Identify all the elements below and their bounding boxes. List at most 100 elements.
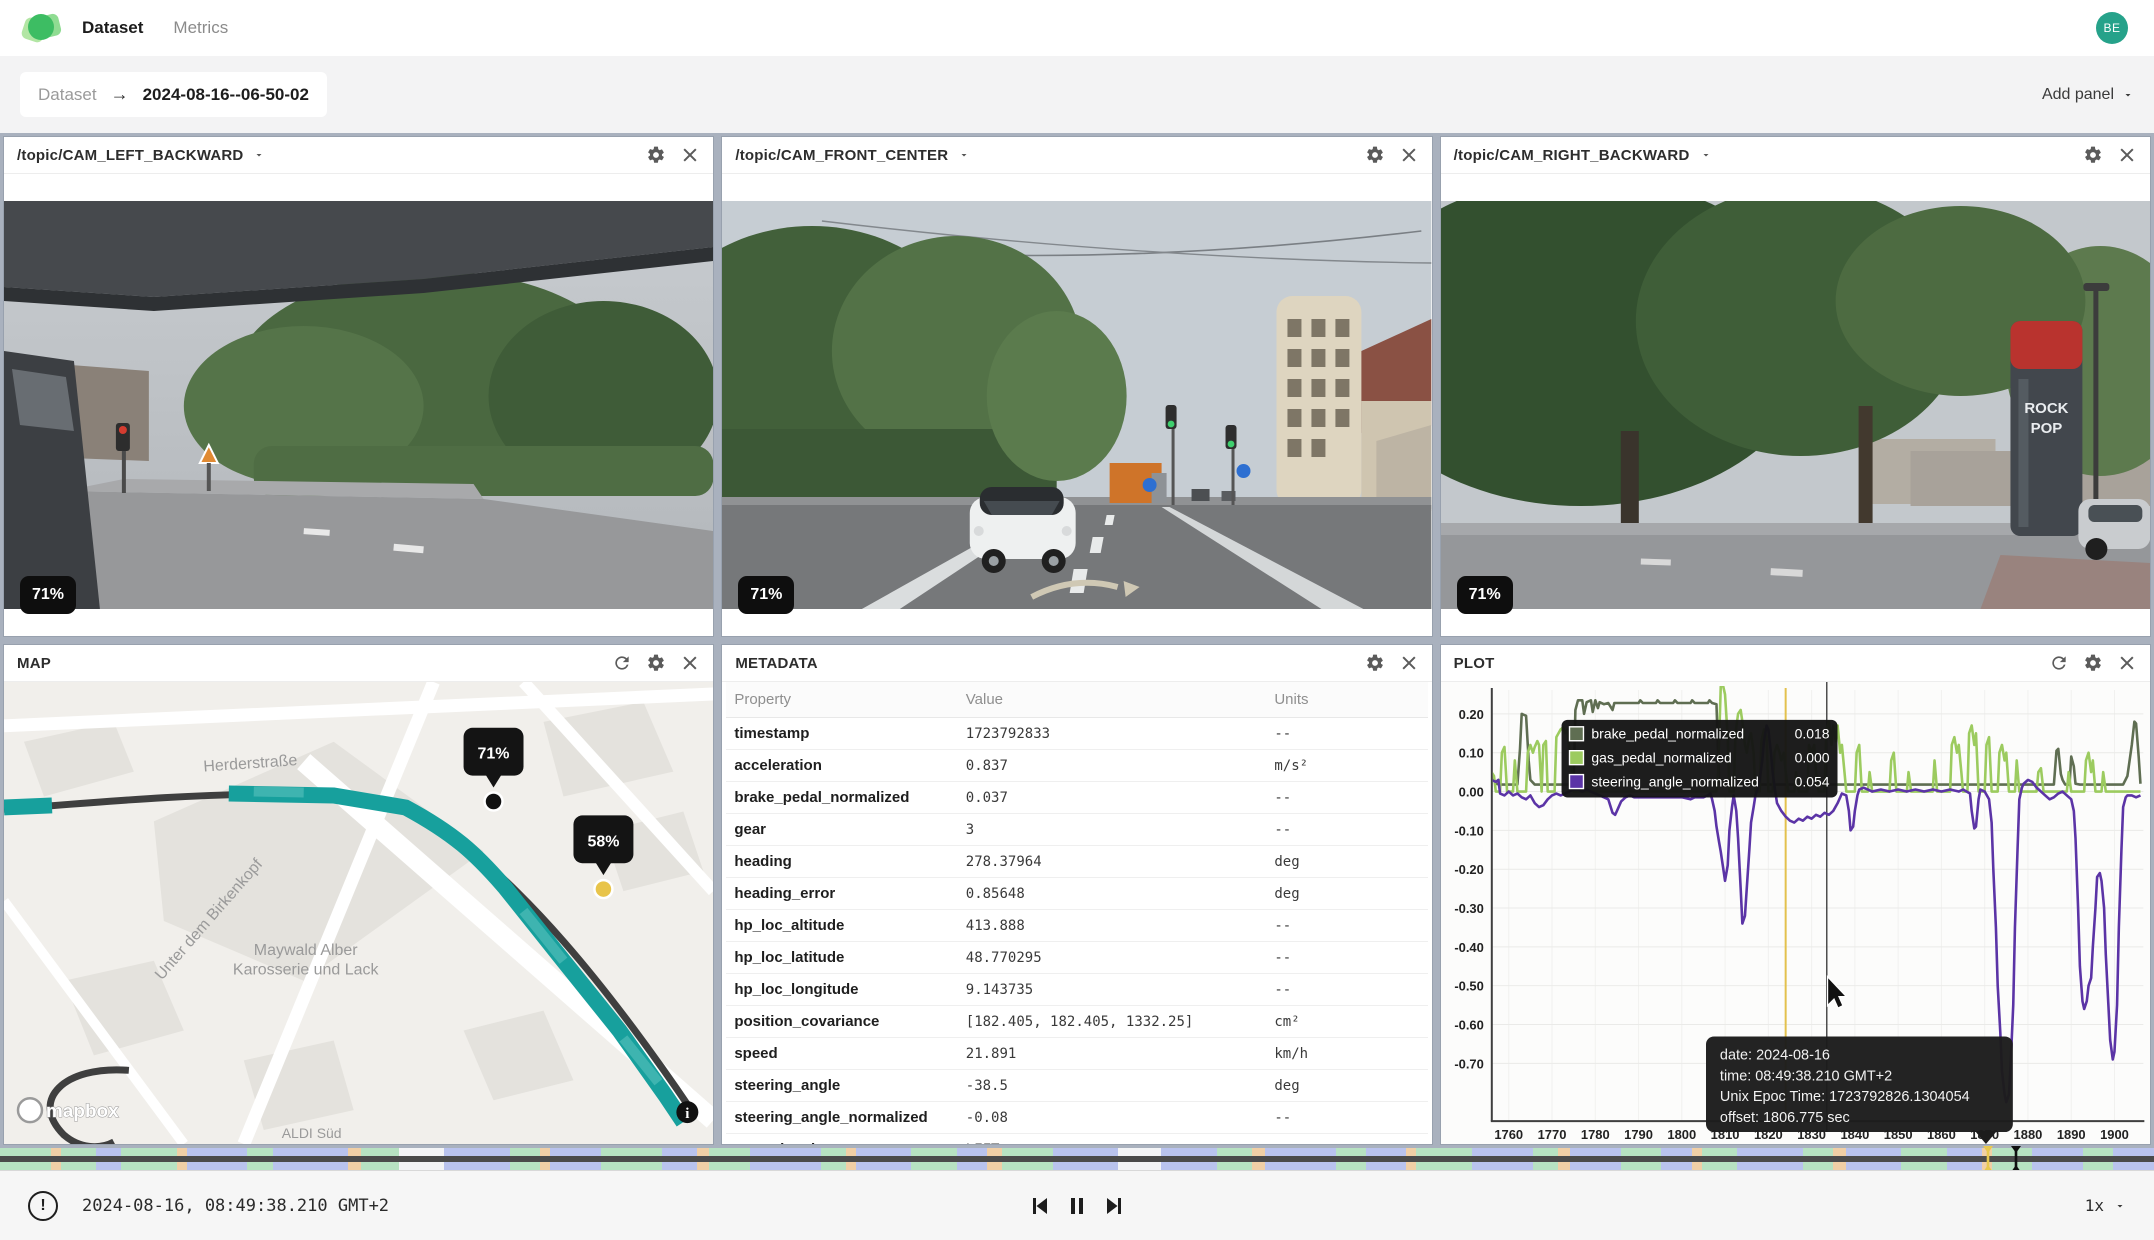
- timeline-segment: [1366, 1162, 1406, 1170]
- timeline-segment: [273, 1148, 349, 1156]
- timeline-segment: [1702, 1162, 1737, 1170]
- timeline-segment: [1118, 1148, 1161, 1156]
- map-info-icon[interactable]: i: [676, 1101, 698, 1123]
- playback-speed-dropdown[interactable]: 1x: [2085, 1196, 2126, 1215]
- timeline-scrubber[interactable]: [0, 1148, 2154, 1170]
- table-row[interactable]: timestamp1723792833--: [726, 718, 1427, 750]
- camera-image-front-center[interactable]: 71%: [722, 201, 1431, 609]
- avatar[interactable]: BE: [2096, 12, 2128, 44]
- playhead-marker-black[interactable]: [2009, 1146, 2023, 1172]
- tab-dataset[interactable]: Dataset: [82, 18, 143, 38]
- close-icon[interactable]: [2117, 145, 2137, 165]
- pause-button[interactable]: [1065, 1194, 1089, 1218]
- chevron-down-icon[interactable]: [958, 149, 970, 161]
- close-icon[interactable]: [680, 653, 700, 673]
- svg-text:POP: POP: [2030, 420, 2062, 437]
- timeline-segment: [709, 1148, 749, 1156]
- playhead-marker-yellow[interactable]: [1981, 1146, 1995, 1172]
- chevron-down-icon[interactable]: [253, 149, 265, 161]
- topic-dropdown[interactable]: /topic/CAM_RIGHT_BACKWARD: [1454, 147, 1690, 164]
- svg-text:71%: 71%: [478, 746, 510, 763]
- gear-icon[interactable]: [1365, 145, 1385, 165]
- table-row[interactable]: steering_angle-38.5deg: [726, 1070, 1427, 1102]
- confidence-badge: 71%: [1457, 576, 1513, 614]
- timeline-segment: [846, 1148, 856, 1156]
- timeline-segment: [247, 1162, 272, 1170]
- timeline-segment: [361, 1148, 399, 1156]
- topic-dropdown[interactable]: /topic/CAM_FRONT_CENTER: [735, 147, 948, 164]
- timeline-segment: [1846, 1148, 1902, 1156]
- timeline-segment: [1265, 1148, 1336, 1156]
- svg-text:ROCK: ROCK: [2024, 400, 2068, 417]
- chevron-down-icon[interactable]: [1700, 149, 1712, 161]
- gear-icon[interactable]: [646, 145, 666, 165]
- table-row[interactable]: brake_pedal_normalized0.037--: [726, 782, 1427, 814]
- timeline-segment: [821, 1148, 846, 1156]
- timeline-segment: [1803, 1148, 1833, 1156]
- top-bar: Dataset Metrics BE: [0, 0, 2154, 56]
- breadcrumb-root[interactable]: Dataset: [38, 85, 97, 105]
- table-row[interactable]: gear3--: [726, 814, 1427, 846]
- refresh-icon[interactable]: [612, 653, 632, 673]
- close-icon[interactable]: [1399, 653, 1419, 673]
- table-row[interactable]: hp_loc_altitude413.888--: [726, 910, 1427, 942]
- timeline-segment: [399, 1148, 444, 1156]
- refresh-icon[interactable]: [2049, 653, 2069, 673]
- skip-previous-button[interactable]: [1027, 1194, 1051, 1218]
- timeline-segment: [1161, 1148, 1217, 1156]
- close-icon[interactable]: [1399, 145, 1419, 165]
- svg-text:gas_pedal_normalized: gas_pedal_normalized: [1591, 750, 1731, 766]
- timeline-segment: [444, 1162, 510, 1170]
- timeline-segment: [187, 1162, 248, 1170]
- timeline-segment: [1692, 1148, 1702, 1156]
- timeline-segment: [187, 1148, 248, 1156]
- timeline-segment: [1947, 1162, 1982, 1170]
- svg-text:brake_pedal_normalized: brake_pedal_normalized: [1591, 726, 1744, 742]
- gear-icon[interactable]: [2083, 145, 2103, 165]
- timeline-segment: [1118, 1162, 1161, 1170]
- table-row[interactable]: steering_angle_normalized-0.08--: [726, 1102, 1427, 1134]
- mapbox-logo[interactable]: mapbox: [18, 1098, 119, 1122]
- gear-icon[interactable]: [646, 653, 666, 673]
- camera-image-right-backward[interactable]: ROCK POP 71%: [1441, 201, 2150, 609]
- table-row[interactable]: acceleration0.837m/s²: [726, 750, 1427, 782]
- tab-metrics[interactable]: Metrics: [173, 18, 228, 38]
- timeline-segment: [0, 1148, 51, 1156]
- camera-image-left-backward[interactable]: 71%: [4, 201, 713, 609]
- timeline-segment: [1252, 1148, 1265, 1156]
- app-logo-icon[interactable]: [26, 13, 56, 43]
- timeline-segment: [1053, 1148, 1119, 1156]
- table-row[interactable]: speed21.891km/h: [726, 1038, 1427, 1070]
- table-row[interactable]: heading278.37964deg: [726, 846, 1427, 878]
- svg-text:date: 2024-08-16: date: 2024-08-16: [1720, 1047, 1830, 1063]
- timeline-segment: [1161, 1162, 1217, 1170]
- col-units: Units: [1266, 682, 1427, 718]
- table-row[interactable]: heading_error0.85648deg: [726, 878, 1427, 910]
- plot-canvas[interactable]: 0.200.100.00-0.10-0.20-0.30-0.40-0.50-0.…: [1441, 682, 2150, 1144]
- close-icon[interactable]: [680, 145, 700, 165]
- svg-text:1760: 1760: [1494, 1127, 1523, 1142]
- table-row[interactable]: hp_loc_longitude9.143735--: [726, 974, 1427, 1006]
- gear-icon[interactable]: [2083, 653, 2103, 673]
- timeline-segment: [1901, 1162, 1946, 1170]
- close-icon[interactable]: [2117, 653, 2137, 673]
- timeline-segment: [1947, 1148, 1982, 1156]
- timeline-segment: [1002, 1148, 1053, 1156]
- skip-next-button[interactable]: [1103, 1194, 1127, 1218]
- topic-dropdown[interactable]: /topic/CAM_LEFT_BACKWARD: [17, 147, 243, 164]
- table-row[interactable]: turn_signalLEFT--: [726, 1134, 1427, 1145]
- strip-row-top: [0, 1148, 2154, 1156]
- gear-icon[interactable]: [1365, 653, 1385, 673]
- panel-title: PLOT: [1454, 655, 1495, 672]
- timeline-segment: [697, 1148, 710, 1156]
- add-panel-button[interactable]: Add panel: [2042, 86, 2134, 104]
- timeline-segment: [0, 1162, 51, 1170]
- svg-text:-0.70: -0.70: [1454, 1056, 1484, 1071]
- timeline-segment: [1217, 1148, 1252, 1156]
- timeline-segment: [697, 1162, 710, 1170]
- mouse-cursor: [1827, 977, 1846, 1008]
- table-row[interactable]: hp_loc_latitude48.770295--: [726, 942, 1427, 974]
- table-row[interactable]: position_covariance[182.405, 182.405, 13…: [726, 1006, 1427, 1038]
- timeline-segment: [1002, 1162, 1053, 1170]
- map-canvas[interactable]: Herderstraße Maywald Alber Karosserie un…: [4, 682, 713, 1144]
